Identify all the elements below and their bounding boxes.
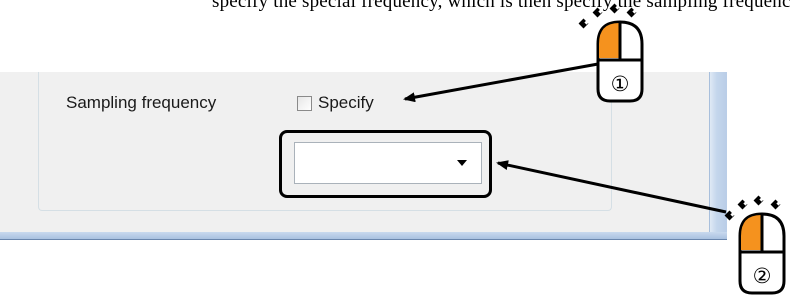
callout-number-2: ② [753, 264, 772, 288]
callout-arrow-2 [496, 160, 727, 214]
tutorial-figure: specify the special frequency, which is … [0, 0, 791, 296]
annotation-overlay: ① ② [403, 3, 786, 295]
callout-arrow-1 [403, 62, 599, 103]
mouse-icon-1: ① [578, 3, 644, 103]
callout-number-1: ① [611, 72, 630, 96]
mouse-icon-2: ② [724, 195, 786, 295]
